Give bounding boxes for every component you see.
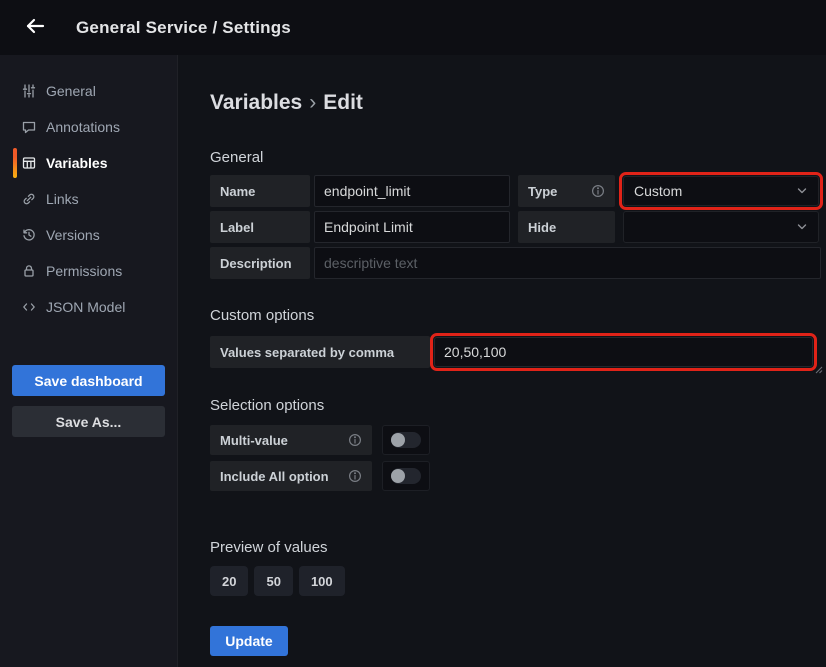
link-icon [21, 191, 37, 207]
save-dashboard-button[interactable]: Save dashboard [12, 365, 165, 396]
hide-label-text: Hide [528, 220, 556, 235]
name-type-row: Name Type Custom [210, 175, 826, 207]
sidebar-item-general[interactable]: General [0, 73, 177, 109]
include-all-toggle[interactable] [382, 461, 430, 491]
multi-value-toggle[interactable] [382, 425, 430, 455]
preview-value-chip: 100 [299, 566, 345, 596]
include-all-label-text: Include All option [220, 469, 329, 484]
window-title: General Service / Settings [76, 18, 291, 38]
type-select[interactable]: Custom [623, 176, 819, 206]
info-icon[interactable] [348, 433, 362, 447]
values-label: Values separated by comma [210, 336, 430, 368]
breadcrumb-separator: › [302, 91, 323, 114]
general-section-heading: General [210, 149, 826, 166]
back-button[interactable] [16, 9, 54, 47]
preview-value-chip: 50 [254, 566, 292, 596]
type-select-value: Custom [634, 183, 682, 199]
comment-icon [21, 119, 37, 135]
settings-sidebar: General Annotations Variables [0, 55, 178, 667]
hide-select[interactable] [623, 211, 819, 243]
breadcrumb-edit: Edit [323, 91, 363, 114]
toggle-track [391, 468, 421, 484]
header-bar: General Service / Settings [0, 0, 826, 55]
name-label: Name [210, 175, 310, 207]
sidebar-item-links[interactable]: Links [0, 181, 177, 217]
values-input[interactable] [434, 337, 813, 367]
variables-edit-panel: Variables›Edit General Name Type Custom [178, 55, 826, 667]
sidebar-item-json-model[interactable]: JSON Model [0, 289, 177, 325]
description-label: Description [210, 247, 310, 279]
sidebar-item-label: General [46, 83, 96, 99]
sidebar-item-variables[interactable]: Variables [0, 145, 177, 181]
sliders-icon [21, 83, 37, 99]
sidebar-item-label: JSON Model [46, 299, 125, 315]
save-as-button[interactable]: Save As... [12, 406, 165, 437]
type-label-text: Type [528, 184, 557, 199]
chevron-down-icon [796, 187, 808, 195]
label-input[interactable] [314, 211, 510, 243]
preview-heading: Preview of values [210, 539, 826, 556]
multi-value-label: Multi-value [210, 425, 372, 455]
preview-values: 20 50 100 [210, 566, 826, 596]
lock-icon [21, 263, 37, 279]
toggle-track [391, 432, 421, 448]
sidebar-item-versions[interactable]: Versions [0, 217, 177, 253]
sidebar-item-label: Annotations [46, 119, 120, 135]
breadcrumb-variables: Variables [210, 91, 302, 114]
include-all-row: Include All option [210, 461, 826, 491]
custom-options-heading: Custom options [210, 307, 826, 324]
info-icon[interactable] [591, 184, 605, 198]
description-row: Description [210, 247, 826, 279]
description-input[interactable] [314, 247, 821, 279]
label-label: Label [210, 211, 310, 243]
resize-handle-icon[interactable] [814, 365, 823, 374]
update-button[interactable]: Update [210, 626, 288, 656]
name-input[interactable] [314, 175, 510, 207]
selection-options-heading: Selection options [210, 397, 826, 414]
history-icon [21, 227, 37, 243]
sidebar-item-annotations[interactable]: Annotations [0, 109, 177, 145]
values-row: Values separated by comma [210, 336, 826, 368]
multi-value-label-text: Multi-value [220, 433, 288, 448]
multi-value-row: Multi-value [210, 425, 826, 455]
toggle-knob [391, 469, 405, 483]
active-indicator-bar [13, 148, 17, 178]
preview-value-chip: 20 [210, 566, 248, 596]
include-all-label: Include All option [210, 461, 372, 491]
sidebar-item-label: Links [46, 191, 79, 207]
code-icon [21, 299, 37, 315]
info-icon[interactable] [348, 469, 362, 483]
sidebar-item-label: Permissions [46, 263, 122, 279]
sidebar-item-label: Versions [46, 227, 100, 243]
variable-icon [21, 155, 37, 171]
arrow-left-icon [23, 14, 47, 41]
sidebar-item-label: Variables [46, 155, 108, 171]
chevron-down-icon [796, 223, 808, 231]
type-label: Type [518, 175, 615, 207]
label-hide-row: Label Hide [210, 211, 826, 243]
sidebar-item-permissions[interactable]: Permissions [0, 253, 177, 289]
hide-label: Hide [518, 211, 615, 243]
toggle-knob [391, 433, 405, 447]
page-title: Variables›Edit [210, 91, 826, 115]
